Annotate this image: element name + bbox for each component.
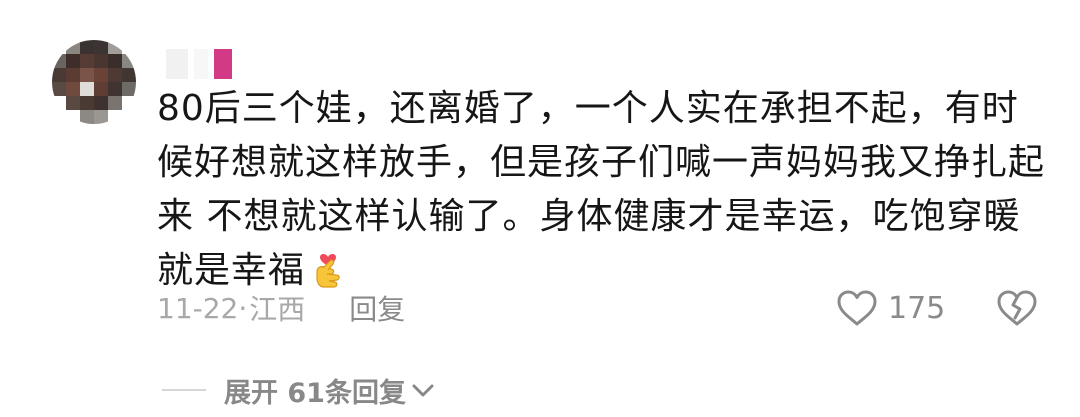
blurred-username[interactable] xyxy=(166,47,232,81)
like-count: 175 xyxy=(888,290,946,326)
expand-replies-button[interactable]: 展开 61条回复 xyxy=(162,370,436,410)
comment-date: 11-22 xyxy=(157,291,239,325)
username-pixel-block xyxy=(194,49,208,79)
broken-heart-icon[interactable] xyxy=(996,288,1038,328)
meta-separator: · xyxy=(238,291,248,325)
username-pixel-block xyxy=(214,49,232,79)
username-pixel-block xyxy=(166,49,188,79)
chevron-down-icon xyxy=(412,384,434,397)
heart-outline-icon xyxy=(837,290,877,326)
reply-button[interactable]: 回复 xyxy=(349,288,405,328)
finger-heart-emoji xyxy=(316,254,340,288)
divider-line xyxy=(162,389,206,391)
like-button[interactable]: 175 xyxy=(836,286,945,330)
comment-location: 江西 xyxy=(249,293,306,326)
comment-text: 80后三个娃，还离婚了，一个人实在承担不起，有时候好想就这样放手，但是孩子们喊一… xyxy=(157,82,1047,298)
comment-body: 80后三个娃，还离婚了，一个人实在承担不起，有时候好想就这样放手，但是孩子们喊一… xyxy=(157,88,1046,291)
expand-replies-label: 展开 61条回复 xyxy=(224,377,406,409)
comment-meta: 11-22 · 江西 回复 xyxy=(157,286,405,330)
blurred-avatar-icon[interactable] xyxy=(52,40,136,124)
